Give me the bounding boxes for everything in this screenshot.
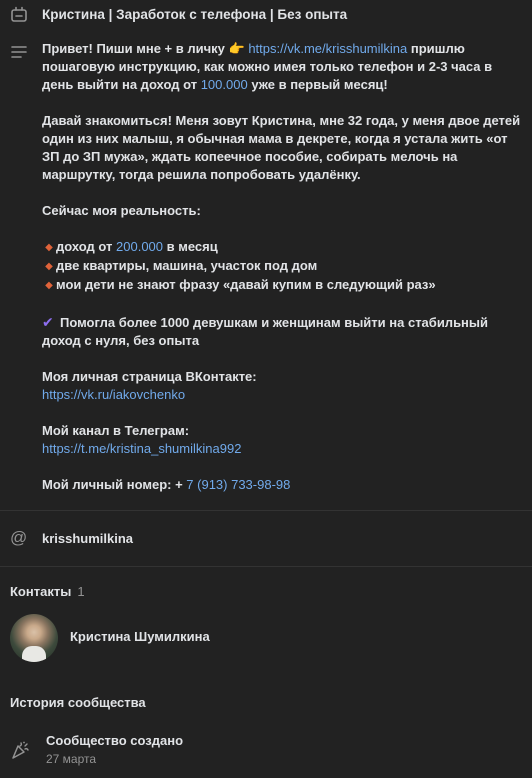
contact-name[interactable]: Кристина Шумилкина (70, 629, 210, 644)
lines-icon (11, 46, 27, 58)
screen-name-row[interactable]: @ krisshumilkina (0, 520, 532, 556)
achievement-text: ✔ Помогла более 1000 девушкам и женщинам … (42, 314, 489, 348)
community-description: Привет! Пиши мне + в личку 👉 https://vk.… (42, 40, 522, 494)
vk-page-title: Моя личная страница ВКонтакте: (42, 369, 257, 384)
diamond-bullet-icon: ◆ (45, 242, 53, 253)
diamond-bullet-icon: ◆ (45, 261, 53, 272)
vk-page-link[interactable]: https://vk.ru/iakovchenko (42, 387, 185, 402)
income-amount: 100.000 (200, 77, 248, 92)
community-title: Кристина | Заработок с телефона | Без оп… (42, 7, 348, 22)
history-title: История сообщества (10, 695, 146, 710)
bullet-item: ◆ две квартиры, машина, участок под дом (42, 257, 522, 276)
community-title-row: Кристина | Заработок с телефона | Без оп… (0, 0, 532, 32)
contacts-title: Контакты (10, 584, 72, 599)
party-popper-icon (12, 741, 29, 759)
bullet-item: ◆ доход от 200.000 в месяц (42, 238, 522, 257)
description-intro-story: Давай знакомиться! Меня зовут Кристина, … (42, 113, 521, 182)
contacts-count: 1 (77, 584, 85, 599)
phone-link[interactable]: 7 (913) 733-98-98 (186, 477, 290, 492)
vk-message-link[interactable]: https://vk.me/krisshumilkina (248, 41, 407, 56)
pointing-hand-icon: 👉 (228, 41, 245, 56)
avatar[interactable] (10, 614, 58, 662)
reality-title: Сейчас моя реальность: (42, 203, 201, 218)
divider (0, 510, 532, 511)
history-event-title: Сообщество создано (46, 733, 184, 748)
description-intro: Привет! Пиши мне + в личку 👉 https://vk.… (42, 41, 493, 92)
contacts-header[interactable]: Контакты 1 (10, 584, 85, 599)
screen-name: krisshumilkina (42, 531, 134, 546)
divider (0, 566, 532, 567)
phone-line: Мой личный номер: + 7 (913) 733-98-98 (42, 477, 291, 492)
at-icon: @ (10, 528, 28, 547)
check-mark-icon: ✔ (42, 314, 54, 330)
telegram-title: Мой канал в Телеграм: (42, 423, 190, 438)
community-info-icon (11, 6, 27, 22)
diamond-bullet-icon: ◆ (45, 280, 53, 291)
telegram-link[interactable]: https://t.me/kristina_shumilkina992 (42, 441, 241, 456)
history-event-date: 27 марта (46, 752, 97, 766)
bullet-item: ◆ мои дети не знают фразу «давай купим в … (42, 276, 522, 295)
